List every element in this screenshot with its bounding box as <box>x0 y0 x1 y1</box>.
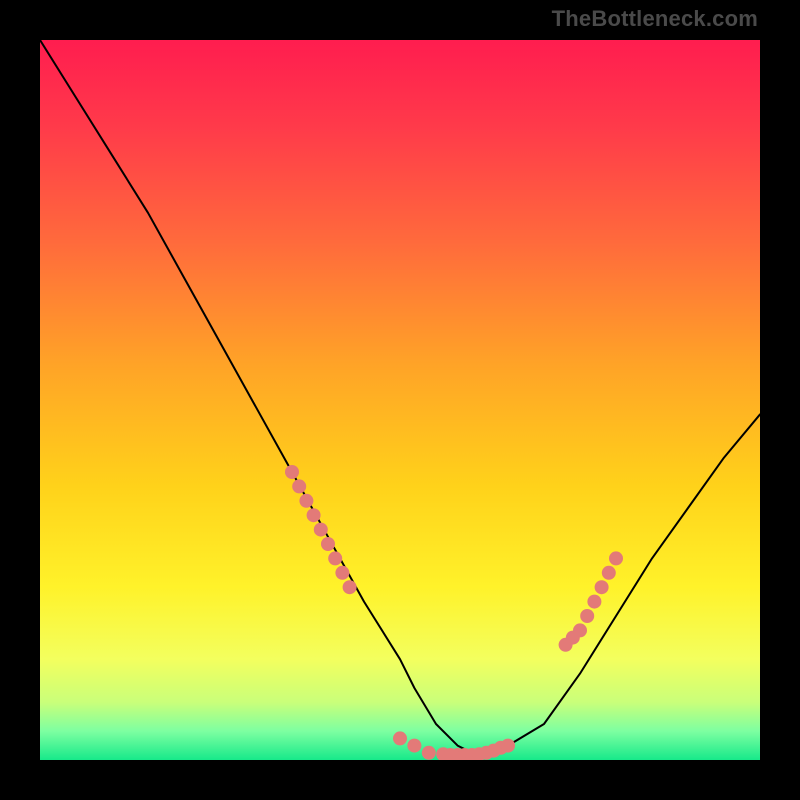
highlight-segment-right-dot <box>595 580 609 594</box>
highlight-segment-left-dot <box>307 508 321 522</box>
highlight-segment-left-dot <box>299 494 313 508</box>
highlight-segment-valley-dot <box>501 739 515 753</box>
highlight-segment-left-dot <box>328 551 342 565</box>
highlight-segment-left-dot <box>321 537 335 551</box>
highlight-segment-left-dot <box>314 523 328 537</box>
highlight-segment-right-dot <box>587 595 601 609</box>
plot-area <box>40 40 760 760</box>
watermark-label: TheBottleneck.com <box>552 6 758 32</box>
highlight-segment-left-dot <box>285 465 299 479</box>
highlight-segment-right-dot <box>602 566 616 580</box>
chart-frame: TheBottleneck.com <box>0 0 800 800</box>
highlight-segment-valley-dot <box>422 746 436 760</box>
highlight-segment-right-dot <box>609 551 623 565</box>
highlight-segment-valley-dot <box>393 731 407 745</box>
highlight-segment-right-dot <box>573 623 587 637</box>
highlight-segment-right-dot <box>580 609 594 623</box>
highlight-segment-left-dot <box>343 580 357 594</box>
highlight-segment-left-dot <box>292 479 306 493</box>
chart-svg <box>40 40 760 760</box>
highlight-segment-left-dot <box>335 566 349 580</box>
highlight-segment-valley-dot <box>407 739 421 753</box>
bottleneck-curve <box>40 40 760 753</box>
